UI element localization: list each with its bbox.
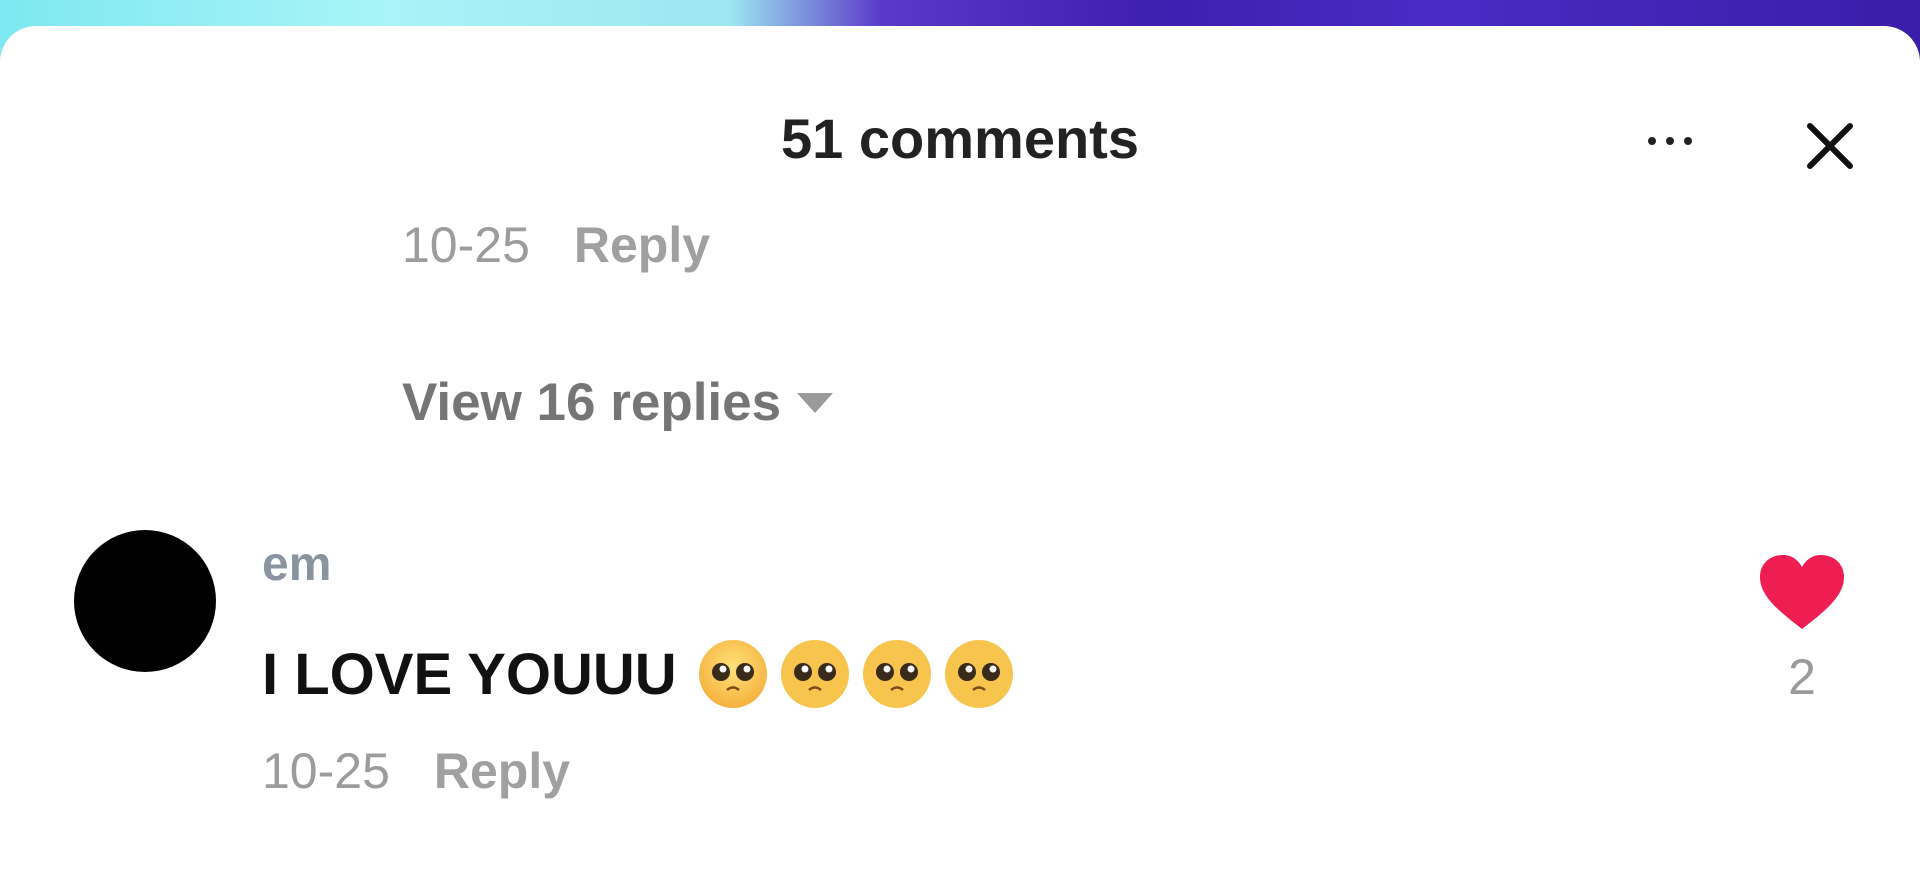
more-options-button[interactable] — [1630, 116, 1710, 166]
comment-date: 10-25 — [402, 217, 530, 273]
avatar[interactable] — [74, 530, 216, 672]
close-button[interactable] — [1800, 116, 1860, 176]
reply-button[interactable]: Reply — [434, 742, 570, 800]
comment-text: I LOVE YOUUU — [262, 638, 1015, 710]
heart-icon — [1760, 555, 1844, 629]
like-count: 2 — [1788, 649, 1816, 705]
comment-emojis — [677, 638, 1015, 710]
view-replies-label: View 16 replies — [402, 373, 782, 432]
more-dot — [1666, 137, 1674, 145]
close-icon — [1807, 123, 1853, 169]
comment-meta: 10-25 Reply — [262, 742, 570, 800]
pleading-face-emoji — [698, 640, 767, 708]
caret-down-icon — [797, 392, 834, 413]
pleading-face-emoji — [780, 640, 849, 708]
pleading-face-emoji — [862, 640, 931, 708]
view-replies-button[interactable]: View 16 replies — [402, 372, 834, 433]
comment-date: 10-25 — [262, 743, 390, 799]
reply-button[interactable]: Reply — [574, 216, 710, 274]
more-horizontal-icon — [1648, 137, 1656, 145]
comment-body: I LOVE YOUUU — [262, 641, 677, 707]
pleading-face-emoji — [944, 640, 1013, 708]
like-button[interactable] — [1758, 553, 1846, 633]
comment-username[interactable]: em — [262, 537, 331, 592]
more-dot — [1684, 137, 1692, 145]
prev-comment-meta: 10-25 Reply — [402, 216, 710, 274]
